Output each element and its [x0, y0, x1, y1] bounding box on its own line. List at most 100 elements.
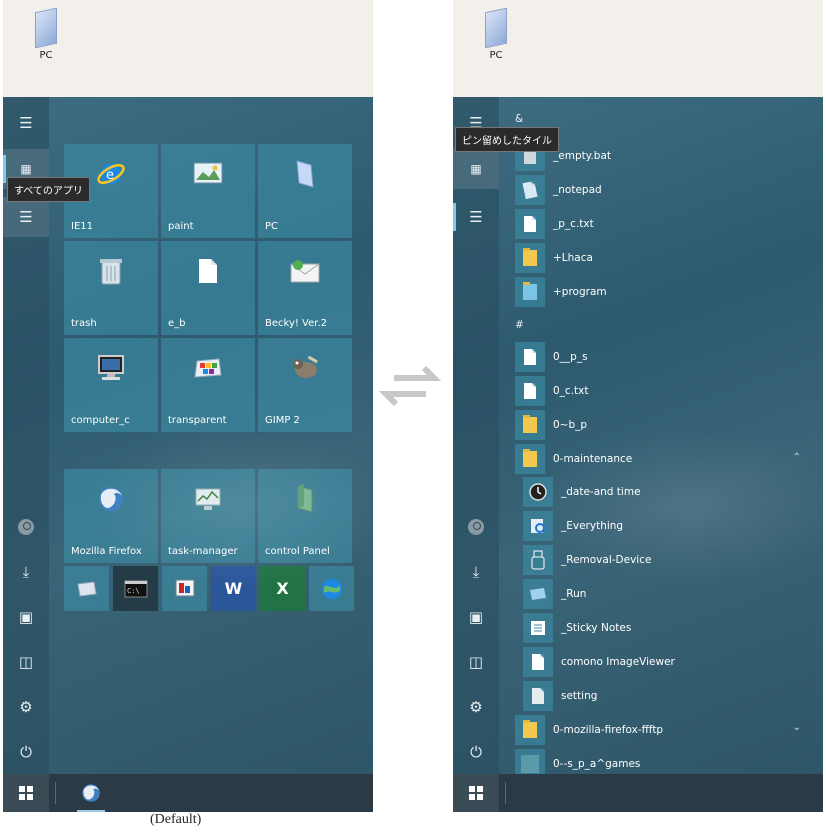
presentation-icon	[175, 579, 194, 596]
tile-label: task-manager	[168, 546, 238, 557]
list-item[interactable]: _empty.bat	[515, 141, 815, 171]
list-item[interactable]: _Run	[515, 579, 815, 609]
start-rail: ☰ ▦ ☰ ⤓ ▣ ◫ ⚙ ⏻	[453, 97, 499, 774]
power-icon: ⏻	[20, 743, 32, 761]
all-apps-button[interactable]: ☰	[453, 197, 499, 237]
tile-firefox[interactable]: Mozilla Firefox	[64, 469, 158, 563]
tile-small-cmd[interactable]: C:\	[113, 566, 158, 611]
tile-pc[interactable]: PC	[258, 144, 352, 238]
folder-item-firefox-ffftp[interactable]: 0-mozilla-firefox-ffftp	[515, 715, 815, 745]
file-explorer-button[interactable]: ◫	[3, 642, 49, 682]
list-item-label: +program	[553, 286, 607, 298]
tile-small-drive[interactable]	[64, 566, 109, 611]
list-item-label: 0-maintenance	[553, 453, 633, 465]
hamburger-icon: ☰	[19, 114, 33, 132]
tile-small-word[interactable]: W	[211, 566, 256, 611]
list-item[interactable]: _Sticky Notes	[515, 613, 815, 643]
gimp-icon	[290, 355, 320, 384]
start-menu-all-apps: ☰ ▦ ☰ ⤓ ▣ ◫ ⚙ ⏻ ピン留めしたタイル & _empty.bat _…	[453, 97, 823, 774]
list-item-label: 0--s_p_a^games	[553, 758, 641, 770]
start-button[interactable]	[453, 774, 499, 812]
folder-item-maintenance[interactable]: 0-maintenance	[515, 444, 815, 474]
control-panel-icon	[294, 483, 316, 518]
search-icon	[523, 511, 553, 541]
picture-icon: ▣	[18, 608, 34, 626]
list-item[interactable]: +Lhaca	[515, 243, 815, 273]
list-item[interactable]: 0__p_s	[515, 342, 815, 372]
folder-icon	[515, 715, 545, 745]
start-button[interactable]	[3, 774, 49, 812]
group-header-hash[interactable]: #	[515, 319, 524, 331]
group-header-symbol[interactable]: &	[515, 113, 523, 125]
hamburger-menu-button[interactable]: ☰	[3, 103, 49, 143]
taskbar-separator	[505, 782, 506, 804]
list-item[interactable]: 0--s_p_a^games	[515, 749, 815, 774]
tile-e-b[interactable]: e_b	[161, 241, 255, 335]
all-apps-button[interactable]: ☰	[3, 197, 49, 237]
file-explorer-button[interactable]: ◫	[453, 642, 499, 682]
list-item[interactable]: comono ImageViewer	[515, 647, 815, 677]
tile-paint[interactable]: paint	[161, 144, 255, 238]
settings-button[interactable]: ⚙	[3, 687, 49, 727]
power-button[interactable]: ⏻	[3, 732, 49, 772]
list-item[interactable]: _p_c.txt	[515, 209, 815, 239]
list-item[interactable]: _Everything	[515, 511, 815, 541]
settings-button[interactable]: ⚙	[453, 687, 499, 727]
list-item[interactable]: _Removal-Device	[515, 545, 815, 575]
tile-becky[interactable]: Becky! Ver.2	[258, 241, 352, 335]
chevron-down-icon[interactable]: ⌄	[793, 722, 801, 733]
tile-trash[interactable]: trash	[64, 241, 158, 335]
mail-icon	[290, 259, 320, 287]
pictures-button[interactable]: ▣	[453, 597, 499, 637]
tile-small-globe[interactable]	[309, 566, 354, 611]
tile-transparent[interactable]: transparent	[161, 338, 255, 432]
account-button[interactable]	[3, 507, 49, 547]
trash-icon	[99, 256, 123, 290]
windows-logo-icon	[19, 786, 33, 800]
tiles-icon: ▦	[20, 162, 32, 176]
tile-computer-c[interactable]: computer_c	[64, 338, 158, 432]
list-item-label: comono ImageViewer	[561, 656, 675, 668]
list-item[interactable]: _date-and time	[515, 477, 815, 507]
excel-icon: X	[276, 579, 289, 598]
desktop-pc-icon[interactable]: PC	[16, 8, 76, 61]
tile-task-manager[interactable]: task-manager	[161, 469, 255, 563]
pc-icon	[294, 159, 316, 193]
tile-label: GIMP 2	[265, 415, 300, 426]
list-item[interactable]: setting	[515, 681, 815, 711]
desktop-pc-icon[interactable]: PC	[466, 8, 526, 61]
list-item[interactable]: 0_c.txt	[515, 376, 815, 406]
tile-small-presentation[interactable]	[162, 566, 207, 611]
list-item[interactable]: 0~b_p	[515, 410, 815, 440]
folder-icon	[515, 444, 545, 474]
list-item-label: _date-and time	[561, 486, 641, 498]
right-screenshot: PC ☰ ▦ ☰ ⤓ ▣ ◫ ⚙ ⏻ ピン留めしたタイル & _empty.ba…	[453, 0, 823, 812]
left-screenshot: PC ☰ ▦ ☰ ⤓ ▣ ◫ ⚙ ⏻ すべてのアプリ e IE11 paint …	[3, 0, 373, 812]
tile-control-panel[interactable]: control Panel	[258, 469, 352, 563]
tiles-icon: ▦	[470, 162, 482, 176]
tile-label: trash	[71, 318, 97, 329]
power-button[interactable]: ⏻	[453, 732, 499, 772]
clock-icon	[523, 477, 553, 507]
computer-icon	[96, 354, 126, 386]
games-icon	[515, 749, 545, 774]
pinned-tiles-button[interactable]: ▦	[453, 149, 499, 189]
tile-gimp[interactable]: GIMP 2	[258, 338, 352, 432]
downloads-button[interactable]: ⤓	[453, 552, 499, 592]
globe-icon	[321, 578, 342, 599]
folder-icon	[515, 277, 545, 307]
word-icon: W	[224, 579, 243, 598]
chevron-up-icon[interactable]: ⌃	[793, 452, 801, 463]
picture-icon: ▣	[468, 608, 484, 626]
pictures-button[interactable]: ▣	[3, 597, 49, 637]
firefox-icon	[82, 784, 100, 802]
list-item-label: _notepad	[553, 184, 602, 196]
document-icon	[515, 342, 545, 372]
taskbar-firefox[interactable]	[71, 774, 111, 812]
account-button[interactable]	[453, 507, 499, 547]
list-item-label: _Everything	[561, 520, 624, 532]
list-item[interactable]: +program	[515, 277, 815, 307]
downloads-button[interactable]: ⤓	[3, 552, 49, 592]
list-item[interactable]: _notepad	[515, 175, 815, 205]
tile-small-excel[interactable]: X	[260, 566, 305, 611]
